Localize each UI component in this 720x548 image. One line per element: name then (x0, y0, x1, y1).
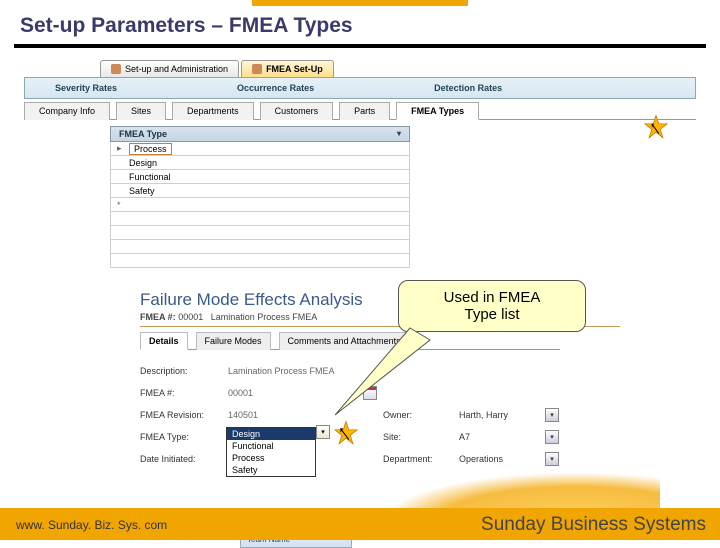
tab-failure-modes[interactable]: Failure Modes (196, 332, 271, 350)
callout-line: Used in FMEA (399, 289, 585, 306)
dropdown-button-icon[interactable]: ▾ (545, 452, 559, 466)
grid-row-new[interactable]: * (110, 198, 410, 212)
ribbon-tabs: Set-up and Administration FMEA Set-Up (100, 60, 720, 77)
label-dept: Department: (383, 454, 453, 464)
ribbon-tab-label: Set-up and Administration (125, 64, 228, 74)
grid-cell: Design (129, 158, 157, 168)
sub-label: FMEA #: (140, 312, 176, 322)
dropdown-button-icon[interactable]: ▾ (545, 408, 559, 422)
tab-sites[interactable]: Sites (116, 102, 166, 120)
footer: www. Sunday. Biz. Sys. com Sunday Busine… (0, 496, 720, 540)
tab-parts[interactable]: Parts (339, 102, 390, 120)
grid-header[interactable]: FMEA Type ▾ (110, 126, 410, 142)
grid-row (110, 240, 410, 254)
fmea-type-grid: FMEA Type ▾ ▸Process Design Functional S… (110, 126, 410, 268)
rate-tabs: Severity Rates Occurrence Rates Detectio… (24, 77, 696, 99)
tab-details[interactable]: Details (140, 332, 188, 350)
label-fmea-num: FMEA #: (140, 388, 228, 398)
grid-row[interactable]: Design (110, 156, 410, 170)
sub-tabs: Company Info Sites Departments Customers… (24, 101, 696, 120)
new-row-icon: * (117, 200, 129, 210)
callout-tail-icon (335, 320, 435, 430)
tab-occurrence[interactable]: Occurrence Rates (207, 80, 344, 96)
cursor-highlight-icon (642, 114, 670, 147)
tab-fmea-types[interactable]: FMEA Types (396, 102, 479, 120)
tab-detection[interactable]: Detection Rates (404, 80, 532, 96)
tab-departments[interactable]: Departments (172, 102, 254, 120)
fmea-icon (252, 64, 262, 74)
ribbon-tab-fmea-setup[interactable]: FMEA Set-Up (241, 60, 334, 77)
grid-cell: Safety (129, 186, 155, 196)
dropdown-option[interactable]: Design (227, 428, 315, 440)
grid-row[interactable]: ▸Process (110, 142, 410, 156)
val-owner[interactable]: Harth, Harry (459, 410, 539, 420)
tab-company-info[interactable]: Company Info (24, 102, 110, 120)
grid-row (110, 254, 410, 268)
label-revision: FMEA Revision: (140, 410, 228, 420)
grid-row[interactable]: Functional (110, 170, 410, 184)
slide-title: Set-up Parameters – FMEA Types (0, 6, 720, 44)
ribbon-tab-setup[interactable]: Set-up and Administration (100, 60, 239, 77)
footer-url: www. Sunday. Biz. Sys. com (16, 518, 167, 532)
setup-icon (111, 64, 121, 74)
label-description: Description: (140, 366, 228, 376)
grid-header-label: FMEA Type (119, 129, 167, 139)
grid-row[interactable]: Safety (110, 184, 410, 198)
grid-row (110, 226, 410, 240)
tab-customers[interactable]: Customers (260, 102, 334, 120)
label-site: Site: (383, 432, 453, 442)
ribbon-tab-label: FMEA Set-Up (266, 64, 323, 74)
label-date: Date Initiated: (140, 454, 228, 464)
sort-arrow-icon[interactable]: ▾ (397, 129, 401, 139)
sub-name: Lamination Process FMEA (211, 312, 318, 322)
dropdown-arrow-icon[interactable]: ▾ (316, 425, 330, 439)
tab-severity[interactable]: Severity Rates (25, 80, 147, 96)
type-dropdown-list[interactable]: Design Functional Process Safety (226, 427, 316, 477)
row-marker-icon: ▸ (117, 143, 129, 154)
val-site[interactable]: A7 (459, 432, 539, 442)
val-dept[interactable]: Operations (459, 454, 539, 464)
dropdown-button-icon[interactable]: ▾ (545, 430, 559, 444)
dropdown-option[interactable]: Safety (227, 464, 315, 476)
dropdown-option[interactable]: Functional (227, 440, 315, 452)
dropdown-option[interactable]: Process (227, 452, 315, 464)
label-type: FMEA Type: (140, 432, 228, 442)
grid-row (110, 212, 410, 226)
grid-cell[interactable]: Process (129, 143, 172, 155)
screenshot-1: Set-up and Administration FMEA Set-Up Se… (0, 60, 720, 268)
footer-brand: Sunday Business Systems (481, 514, 706, 536)
grid-cell: Functional (129, 172, 171, 182)
sub-num: 00001 (178, 312, 203, 322)
title-rule (14, 44, 706, 48)
